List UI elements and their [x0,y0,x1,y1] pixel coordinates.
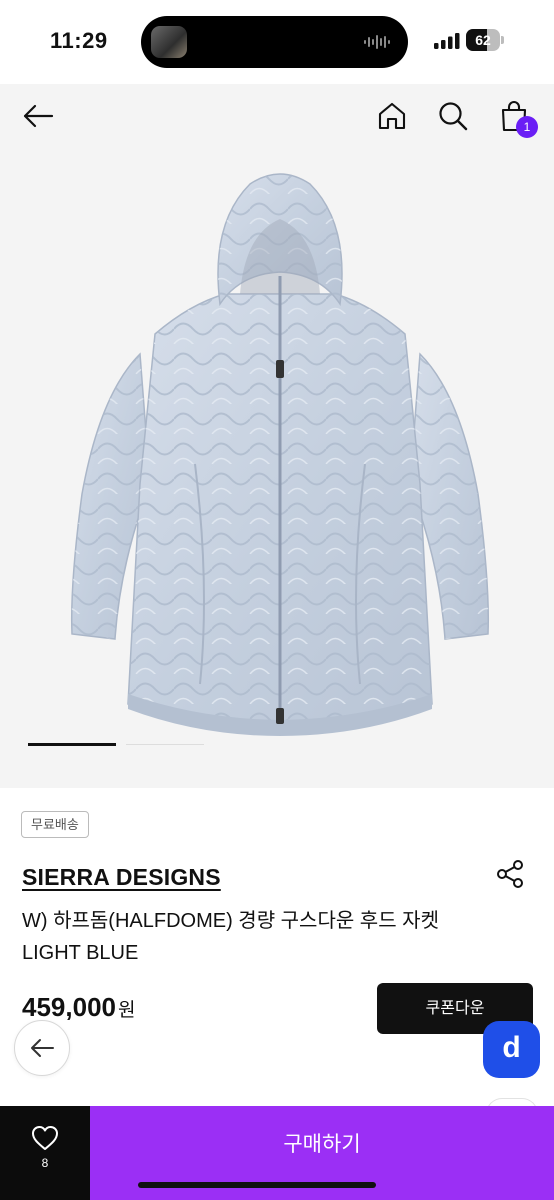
brand-link[interactable]: SIERRA DESIGNS [22,864,221,891]
battery-icon: 62 [466,29,504,51]
status-bar: 11:29 62 [0,0,554,84]
home-button[interactable] [370,94,414,138]
price-value: 459,000 [22,992,116,1022]
cellular-signal-icon [434,33,460,49]
like-count: 8 [41,1156,49,1170]
indicator-active [28,743,116,746]
price-unit: 원 [117,1000,136,1021]
home-indicator [138,1182,376,1188]
app-launcher-button[interactable]: d [483,1021,540,1078]
like-button[interactable]: 8 [0,1106,90,1200]
product-image[interactable] [60,164,500,764]
status-time: 11:29 [50,28,108,53]
top-navigation: 1 [0,84,554,148]
floating-back-button[interactable] [14,1020,70,1076]
search-icon [439,102,468,131]
dynamic-island[interactable] [141,16,408,68]
audio-wave-icon [364,35,390,49]
heart-icon [32,1126,58,1150]
battery-percent: 62 [475,32,491,48]
product-price: 459,000 원 [22,992,135,1023]
indicator-inactive [126,744,204,745]
home-icon [378,102,406,130]
product-gallery[interactable]: 1 [0,84,554,788]
cart-button[interactable]: 1 [492,94,538,138]
app-logo-letter: d [502,1031,521,1064]
now-playing-thumbnail [151,26,187,58]
share-icon[interactable] [494,858,526,890]
cart-count-badge: 1 [516,116,538,138]
back-button[interactable] [16,94,60,138]
search-button[interactable] [431,94,475,138]
arrow-left-icon [23,104,54,128]
gallery-page-indicator [28,743,208,746]
product-title: W) 하프돔(HALFDOME) 경량 구스다운 후드 자켓 LIGHT BLU… [22,910,439,964]
arrow-left-icon [31,1039,54,1057]
free-shipping-badge: 무료배송 [21,811,89,838]
